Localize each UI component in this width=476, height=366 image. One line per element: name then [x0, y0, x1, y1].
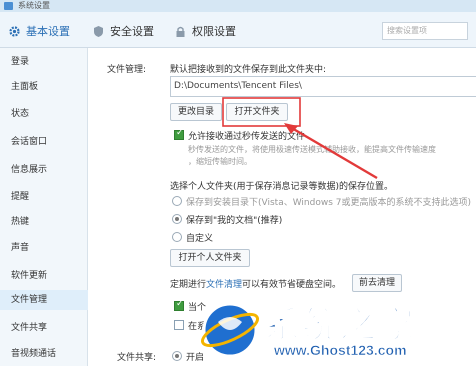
- annotation-arrow-head: [284, 123, 298, 134]
- watermark-url: www.Ghost123.com: [274, 342, 407, 359]
- watermark: 系统之家 www.Ghost123.com: [200, 292, 476, 366]
- watermark-title: 系统之家: [263, 303, 417, 347]
- highlight-box: [222, 97, 301, 127]
- annotation-arrow-line: [289, 125, 378, 180]
